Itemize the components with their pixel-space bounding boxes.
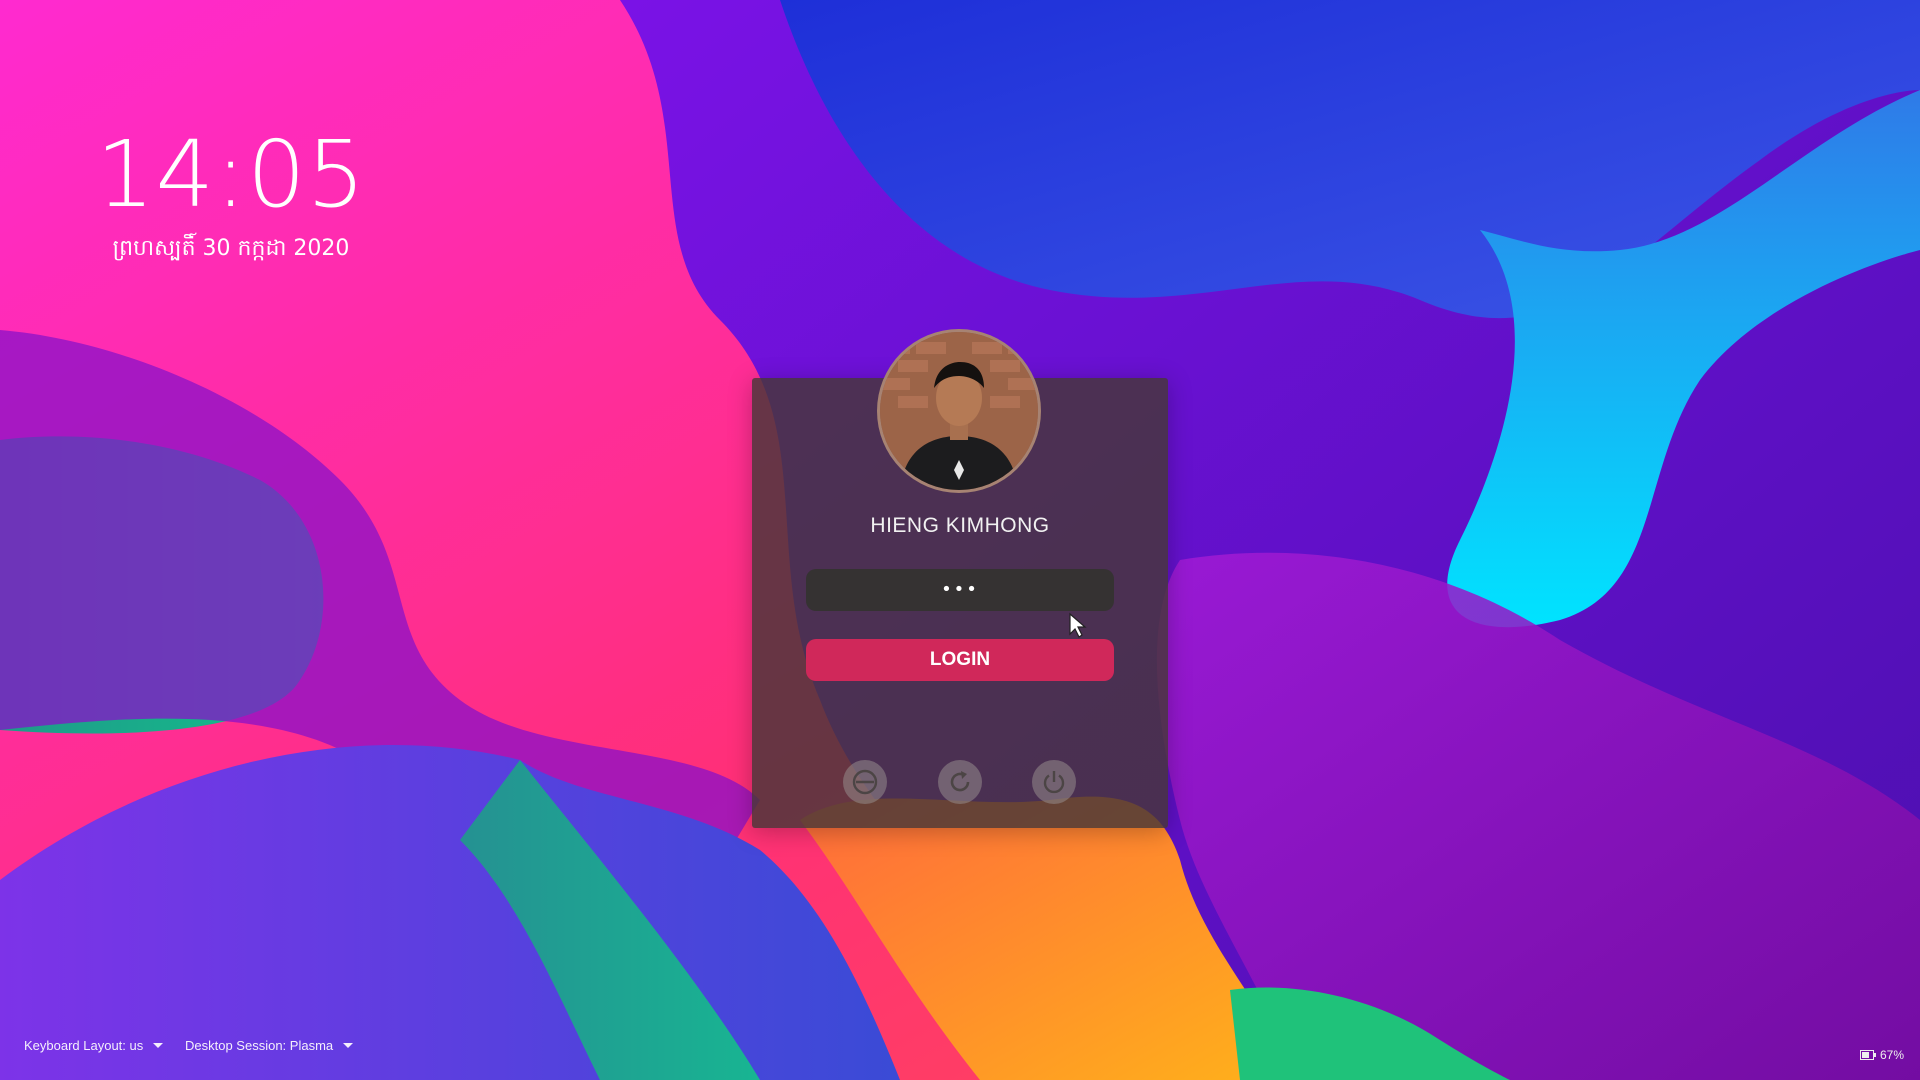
user-avatar bbox=[877, 329, 1041, 493]
user-avatar-photo bbox=[880, 332, 1038, 490]
suspend-button[interactable] bbox=[843, 760, 887, 804]
suspend-icon bbox=[852, 769, 878, 795]
battery-percent: 67% bbox=[1879, 1048, 1904, 1062]
chevron-down-icon bbox=[343, 1043, 354, 1048]
power-button[interactable] bbox=[1032, 760, 1076, 804]
keyboard-layout-selector[interactable]: Keyboard Layout: us bbox=[24, 1038, 164, 1053]
clock-date: ព្រហស្បតិ៍ 30 កក្កដា 2020 bbox=[112, 236, 350, 261]
desktop-session-selector[interactable]: Desktop Session: Plasma bbox=[185, 1038, 354, 1053]
username: HIENG KIMHONG bbox=[870, 514, 1050, 537]
keyboard-layout-label: Keyboard Layout: us bbox=[24, 1038, 144, 1053]
mouse-cursor-icon bbox=[1069, 612, 1087, 638]
chevron-down-icon bbox=[153, 1043, 164, 1048]
battery-indicator: 67% bbox=[1859, 1048, 1904, 1062]
clock-time: 14:05 bbox=[96, 121, 367, 228]
desktop-session-label: Desktop Session: Plasma bbox=[185, 1038, 334, 1053]
power-icon bbox=[1043, 771, 1065, 794]
restart-icon bbox=[950, 771, 970, 792]
login-button[interactable]: LOGIN bbox=[806, 639, 1114, 681]
restart-button[interactable] bbox=[938, 760, 982, 804]
battery-icon bbox=[1859, 1050, 1876, 1060]
clock: 14:05 ព្រហស្បតិ៍ 30 កក្កដា 2020 bbox=[96, 120, 366, 264]
password-field[interactable]: ••• bbox=[806, 569, 1114, 611]
